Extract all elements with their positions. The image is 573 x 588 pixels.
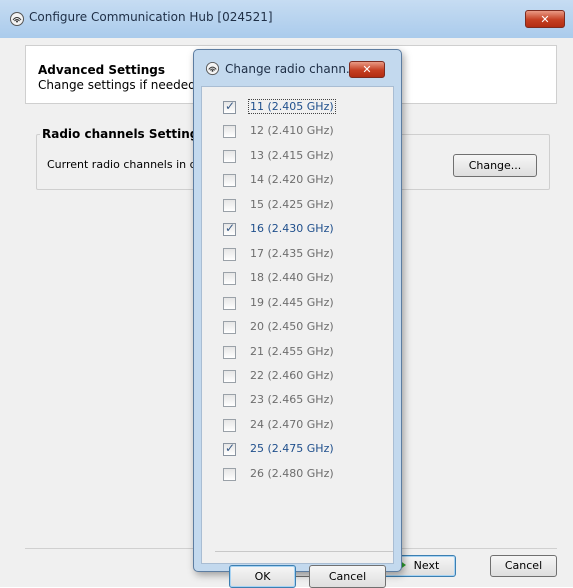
channel-item[interactable]: ✓ 18 (2.440 GHz)	[223, 269, 343, 289]
channel-checkbox[interactable]: ✓	[223, 149, 236, 163]
channel-checkbox[interactable]: ✓	[223, 247, 236, 261]
channel-checkbox[interactable]: ✓	[223, 125, 236, 139]
channel-checkbox[interactable]: ✓	[223, 418, 236, 432]
channel-label: 12 (2.410 GHz)	[250, 124, 334, 138]
window-title: Configure Communication Hub [024521]	[29, 10, 273, 24]
channel-item[interactable]: ✓ 23 (2.465 GHz)	[223, 391, 343, 411]
antenna-icon	[205, 61, 220, 76]
channel-checkbox[interactable]: ✓	[223, 369, 236, 383]
checkmark-icon: ✓	[225, 221, 236, 236]
ok-button[interactable]: OK	[229, 565, 296, 588]
channel-label: 13 (2.415 GHz)	[250, 148, 334, 162]
radio-channels-group-title: Radio channels Settings	[40, 127, 208, 141]
page-subtitle: Change settings if needed	[38, 78, 196, 92]
window-close-button[interactable]: ✕	[525, 10, 565, 28]
checkmark-icon: ✓	[225, 441, 236, 456]
channel-label: 14 (2.420 GHz)	[250, 173, 334, 187]
dialog-body: ✓ 11 (2.405 GHz) ✓ 12 (2.410 GHz) ✓ 13 (2.415…	[201, 86, 394, 588]
channel-checkbox[interactable]: ✓	[223, 441, 236, 457]
channel-label: 24 (2.470 GHz)	[250, 417, 334, 431]
dialog-cancel-button[interactable]: Cancel	[309, 565, 386, 588]
channel-label: 18 (2.440 GHz)	[250, 271, 334, 285]
change-radio-channels-dialog: Change radio chann... ✕ ✓11 (2.405 GHz)✓…	[193, 49, 402, 588]
next-button-label: Next	[413, 559, 440, 572]
current-channels-text: Current radio channels in de	[47, 158, 204, 171]
channel-item[interactable]: ✓ 17 (2.435 GHz)	[223, 245, 343, 265]
channel-item[interactable]: ✓ 13 (2.415 GHz)	[223, 147, 343, 167]
channel-checkbox[interactable]: ✓	[223, 221, 236, 237]
channel-item[interactable]: ✓ 25 (2.475 GHz)	[223, 440, 343, 460]
channel-item[interactable]: ✓ 11 (2.405 GHz)	[223, 98, 343, 118]
channel-item[interactable]: ✓ 16 (2.430 GHz)	[223, 220, 343, 240]
antenna-icon	[10, 12, 24, 26]
channel-checkbox[interactable]: ✓	[223, 394, 236, 408]
channel-label: 22 (2.460 GHz)	[250, 368, 334, 382]
channel-checkbox[interactable]: ✓	[223, 198, 236, 212]
checkmark-icon: ✓	[225, 99, 236, 113]
channel-label: 25 (2.475 GHz)	[250, 442, 334, 456]
title-bar: Configure Communication Hub [024521] ✕	[0, 0, 573, 38]
channel-item[interactable]: ✓ 19 (2.445 GHz)	[223, 294, 343, 314]
channel-checkbox[interactable]: ✓	[223, 467, 236, 481]
channel-label: 15 (2.425 GHz)	[250, 197, 334, 211]
page-title: Advanced Settings	[38, 63, 166, 77]
channel-checkbox[interactable]: ✓	[223, 272, 236, 286]
dialog-close-button[interactable]: ✕	[349, 61, 385, 78]
channel-checkbox[interactable]: ✓	[223, 99, 236, 114]
channel-checkbox[interactable]: ✓	[223, 296, 236, 310]
dialog-title: Change radio chann...	[225, 62, 358, 76]
channel-label: 26 (2.480 GHz)	[250, 466, 334, 480]
channel-label: 17 (2.435 GHz)	[250, 246, 334, 260]
channel-label: 21 (2.455 GHz)	[250, 344, 334, 358]
channel-label: 16 (2.430 GHz)	[250, 222, 334, 236]
channel-item[interactable]: ✓ 21 (2.455 GHz)	[223, 343, 343, 363]
channel-item[interactable]: ✓ 24 (2.470 GHz)	[223, 416, 343, 436]
channel-item[interactable]: ✓ 26 (2.480 GHz)	[223, 465, 343, 485]
change-channels-button[interactable]: Change...	[453, 154, 537, 177]
channel-checkbox[interactable]: ✓	[223, 321, 236, 335]
cancel-button[interactable]: Cancel	[490, 555, 557, 577]
channel-label: 23 (2.465 GHz)	[250, 393, 334, 407]
channel-item[interactable]: ✓ 20 (2.450 GHz)	[223, 318, 343, 338]
channel-checkbox[interactable]: ✓	[223, 345, 236, 359]
channel-label: 20 (2.450 GHz)	[250, 320, 334, 334]
channel-item[interactable]: ✓ 15 (2.425 GHz)	[223, 196, 343, 216]
channel-label: 19 (2.445 GHz)	[250, 295, 334, 309]
channel-label: 11 (2.405 GHz)	[248, 99, 336, 114]
channel-item[interactable]: ✓ 14 (2.420 GHz)	[223, 171, 343, 191]
channel-item[interactable]: ✓ 12 (2.410 GHz)	[223, 122, 343, 142]
channel-checkbox[interactable]: ✓	[223, 174, 236, 188]
dialog-divider	[215, 551, 393, 552]
channel-item[interactable]: ✓ 22 (2.460 GHz)	[223, 367, 343, 387]
